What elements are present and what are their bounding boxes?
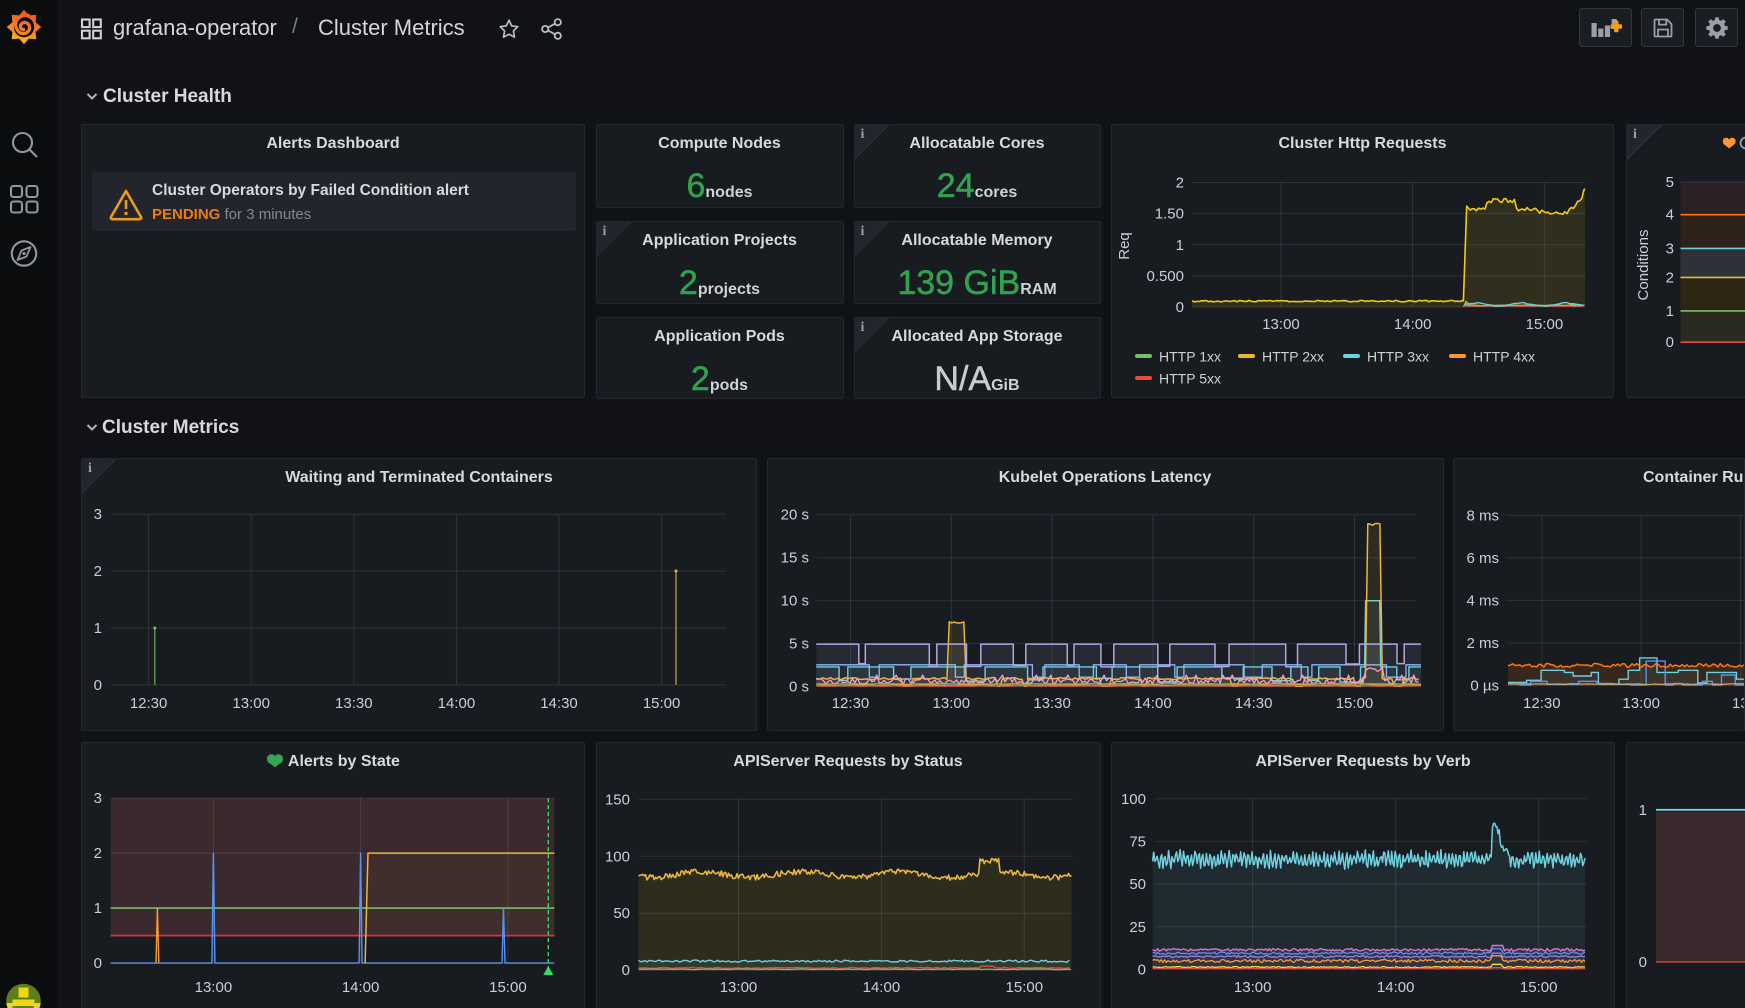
svg-text:14:00: 14:00 xyxy=(438,695,476,712)
svg-text:13:30: 13:30 xyxy=(335,695,373,712)
svg-text:3: 3 xyxy=(1666,240,1674,257)
svg-text:15:00: 15:00 xyxy=(1520,979,1558,996)
svg-text:0: 0 xyxy=(94,676,102,693)
svg-text:100: 100 xyxy=(604,848,629,865)
svg-text:1: 1 xyxy=(94,900,102,917)
svg-text:0: 0 xyxy=(1138,961,1146,978)
svg-text:2: 2 xyxy=(1666,269,1674,286)
svg-text:2 ms: 2 ms xyxy=(1466,635,1499,652)
svg-text:13:30: 13:30 xyxy=(1033,695,1071,712)
svg-text:13:00: 13:00 xyxy=(195,979,233,996)
svg-text:2: 2 xyxy=(94,563,102,580)
svg-text:20 s: 20 s xyxy=(780,506,808,523)
svg-text:14:00: 14:00 xyxy=(862,979,900,996)
svg-text:15:00: 15:00 xyxy=(1005,979,1043,996)
svg-text:15:00: 15:00 xyxy=(1335,695,1373,712)
svg-text:0: 0 xyxy=(1639,954,1647,971)
svg-text:14:00: 14:00 xyxy=(1394,316,1432,333)
svg-text:25: 25 xyxy=(1129,918,1146,935)
svg-text:0 µs: 0 µs xyxy=(1470,677,1499,694)
svg-text:13:00: 13:00 xyxy=(232,695,270,712)
svg-text:5 s: 5 s xyxy=(788,635,808,652)
svg-text:13:00: 13:00 xyxy=(1262,316,1300,333)
svg-text:1: 1 xyxy=(94,620,102,637)
svg-text:14:00: 14:00 xyxy=(342,979,380,996)
svg-text:0: 0 xyxy=(1666,334,1674,351)
svg-text:13:3: 13:3 xyxy=(1732,695,1745,712)
svg-text:0 s: 0 s xyxy=(788,678,808,695)
svg-text:15 s: 15 s xyxy=(780,549,808,566)
svg-text:Conditions: Conditions xyxy=(1635,230,1652,301)
svg-text:3: 3 xyxy=(94,506,102,523)
svg-text:1: 1 xyxy=(1639,801,1647,818)
svg-text:13:00: 13:00 xyxy=(932,695,970,712)
svg-text:Req: Req xyxy=(1116,232,1133,260)
svg-text:4: 4 xyxy=(1666,207,1674,224)
svg-text:50: 50 xyxy=(613,905,630,922)
svg-text:13:00: 13:00 xyxy=(1622,695,1660,712)
svg-text:0: 0 xyxy=(94,955,102,972)
svg-text:10 s: 10 s xyxy=(780,592,808,609)
svg-text:12:30: 12:30 xyxy=(831,695,869,712)
svg-text:6 ms: 6 ms xyxy=(1466,549,1499,566)
svg-text:150: 150 xyxy=(604,791,629,808)
svg-text:3: 3 xyxy=(94,790,102,807)
svg-text:1.50: 1.50 xyxy=(1155,206,1184,223)
svg-text:15:00: 15:00 xyxy=(489,979,527,996)
svg-text:14:00: 14:00 xyxy=(1134,695,1172,712)
svg-text:50: 50 xyxy=(1129,876,1146,893)
svg-text:14:00: 14:00 xyxy=(1377,979,1415,996)
svg-text:2: 2 xyxy=(1176,175,1184,192)
svg-text:0: 0 xyxy=(1176,299,1184,316)
svg-text:8 ms: 8 ms xyxy=(1466,507,1499,524)
svg-text:14:30: 14:30 xyxy=(540,695,578,712)
svg-text:0.500: 0.500 xyxy=(1146,268,1184,285)
svg-text:14:30: 14:30 xyxy=(1234,695,1272,712)
svg-text:100: 100 xyxy=(1121,790,1146,807)
svg-text:12:30: 12:30 xyxy=(130,695,168,712)
svg-text:75: 75 xyxy=(1129,833,1146,850)
svg-text:4 ms: 4 ms xyxy=(1466,592,1499,609)
svg-text:12:30: 12:30 xyxy=(1523,695,1561,712)
svg-text:2: 2 xyxy=(94,845,102,862)
svg-text:1: 1 xyxy=(1666,303,1674,320)
svg-text:13:00: 13:00 xyxy=(1234,979,1272,996)
svg-text:0: 0 xyxy=(621,962,629,979)
svg-text:5: 5 xyxy=(1666,174,1674,191)
svg-text:1: 1 xyxy=(1176,237,1184,254)
svg-text:15:00: 15:00 xyxy=(1526,316,1564,333)
svg-text:15:00: 15:00 xyxy=(643,695,681,712)
svg-text:13:00: 13:00 xyxy=(719,979,757,996)
